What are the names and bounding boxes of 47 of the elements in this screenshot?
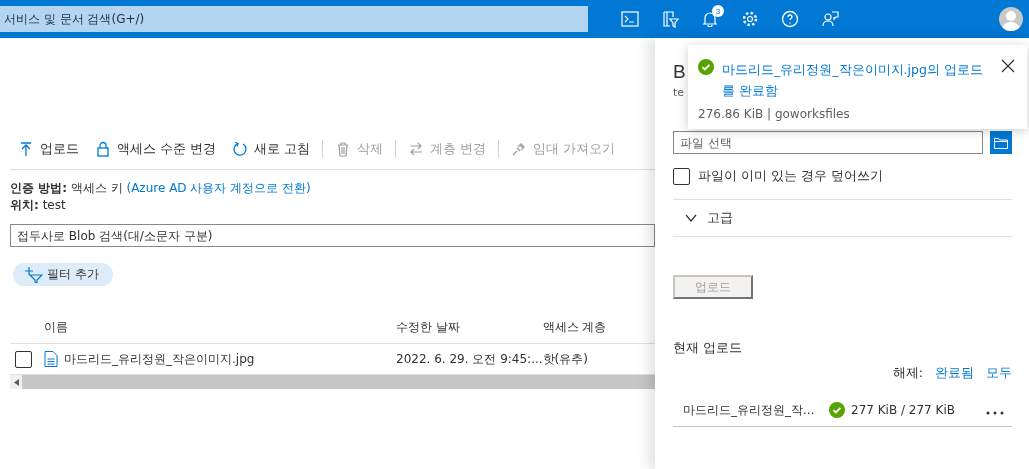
toast-detail: 276.86 KiB | goworksfiles	[698, 107, 851, 121]
avatar[interactable]	[999, 7, 1023, 31]
horizontal-scrollbar[interactable]	[10, 375, 655, 389]
location-text: 위치: test	[10, 197, 67, 214]
chevron-icon	[685, 214, 697, 222]
document-icon	[44, 351, 58, 367]
upload-icon	[18, 141, 34, 157]
refresh-icon	[231, 141, 248, 157]
table-cell: 2022. 6. 29. 오전 9:45:...	[396, 343, 543, 375]
plug-icon	[510, 141, 527, 157]
file-name[interactable]: 마드리드_유리정원_작은이미지.jpg	[64, 350, 255, 368]
global-search-field[interactable]: 서비스 및 문서 검색(G+/)	[0, 6, 588, 32]
notification-badge: 3	[712, 5, 724, 17]
panel-subtitle: te	[673, 86, 685, 99]
add-filter-button[interactable]: 필터 추가	[13, 263, 113, 286]
swap-icon	[407, 141, 424, 157]
close-icon[interactable]	[1001, 59, 1015, 73]
check-circle-icon	[829, 402, 845, 418]
overwrite-label: 파일이 이미 있는 경우 덮어쓰기	[698, 168, 883, 185]
upload-progress: 277 KiB / 277 KiB	[851, 403, 955, 417]
left-arrow-icon[interactable]	[13, 378, 19, 386]
row-checkbox[interactable]	[15, 350, 32, 368]
switch-account-link[interactable]: (Azure AD 사용자 계정으로 전환)	[126, 181, 311, 195]
advanced-toggle[interactable]: 고급	[685, 209, 733, 227]
overwrite-checkbox[interactable]	[673, 168, 690, 185]
upload-file-name: 마드리드_유리정원_작...	[683, 401, 816, 419]
toolbar-button[interactable]: 업로드	[10, 140, 87, 158]
bell-icon	[702, 11, 718, 27]
toast-title: 마드리드_유리정원_작은이미지.jpg의 업로드를 완료함	[722, 61, 984, 100]
panel-title: B	[673, 60, 686, 84]
auth-method-text: 인증 방법: 액세스 키 (Azure AD 사용자 계정으로 전환)	[10, 180, 312, 197]
clear-link[interactable]: 완료됨	[935, 365, 974, 382]
clear-label: 해제:	[892, 365, 923, 382]
file-select-field[interactable]: 파일 선택	[673, 131, 983, 154]
notifications-button[interactable]: 3	[690, 0, 730, 38]
clear-link[interactable]: 모두	[986, 365, 1012, 382]
column-header[interactable]: 수정한 날짜	[396, 320, 460, 334]
folder-icon	[994, 136, 1008, 149]
column-header[interactable]: 액세스 계층	[542, 320, 607, 334]
toolbar-button[interactable]: 새로 고침	[223, 140, 318, 158]
blob-search-field[interactable]: 접두사로 Blob 검색(대/소문자 구분)	[10, 224, 655, 247]
check-circle-icon	[698, 59, 714, 75]
filter-icon	[25, 266, 43, 283]
browse-button[interactable]	[990, 131, 1012, 154]
lock-icon	[95, 141, 111, 157]
toolbar-button[interactable]: 액세스 수준 변경	[87, 140, 224, 158]
column-header[interactable]: 이름	[44, 320, 68, 334]
